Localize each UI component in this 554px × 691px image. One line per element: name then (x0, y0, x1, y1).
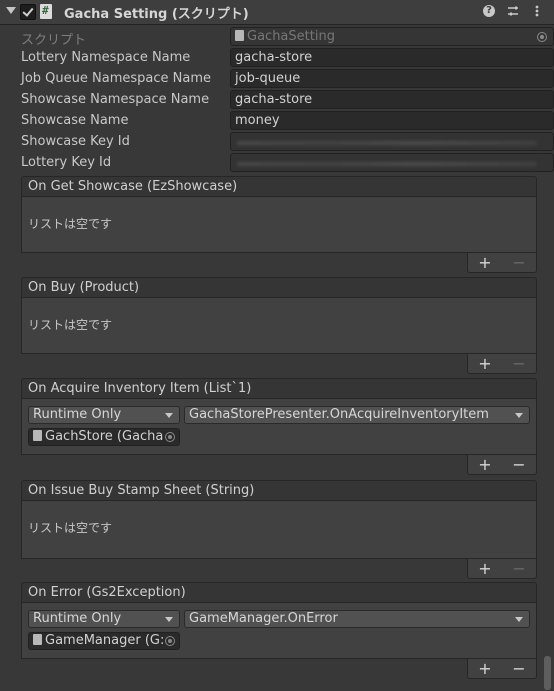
event-title: On Acquire Inventory Item (List`1) (21, 378, 537, 399)
component-enabled-checkbox[interactable] (20, 4, 36, 20)
add-icon[interactable]: + (478, 254, 491, 271)
component-header: Gacha Setting (スクリプト) ? (0, 0, 554, 25)
event-title: On Get Showcase (EzShowcase) (21, 176, 537, 197)
menu-icon[interactable] (530, 3, 544, 19)
jobqueue-namespace-label: Job Queue Namespace Name (21, 71, 211, 86)
remove-icon[interactable]: − (512, 254, 525, 271)
dropdown-arrow-icon (165, 617, 173, 622)
event-issue-buy-stamp-sheet: On Issue Buy Stamp Sheet (String) リストは空で… (21, 480, 537, 579)
showcase-namespace-input[interactable]: gacha-store (230, 90, 554, 109)
runtime-value: Runtime Only (33, 407, 122, 422)
csharp-script-icon (40, 4, 52, 19)
lottery-key-label: Lottery Key Id (21, 155, 112, 170)
add-icon[interactable]: + (478, 456, 491, 473)
remove-icon[interactable]: − (512, 456, 525, 473)
empty-list-text: リストは空です (28, 521, 113, 535)
showcase-key-label: Showcase Key Id (21, 134, 130, 149)
empty-list-text: リストは空です (28, 217, 113, 231)
event-title: On Error (Gs2Exception) (21, 582, 537, 603)
event-title: On Issue Buy Stamp Sheet (String) (21, 480, 537, 501)
method-value: GachaStorePresenter.OnAcquireInventoryIt… (189, 407, 489, 422)
method-value: GameManager.OnError (189, 611, 338, 626)
showcase-key-input[interactable] (230, 132, 554, 151)
dropdown-arrow-icon (515, 413, 523, 418)
runtime-value: Runtime Only (33, 611, 122, 626)
showcase-name-label: Showcase Name (21, 113, 129, 128)
script-row: スクリプト GachaSetting (21, 27, 554, 48)
lottery-namespace-label: Lottery Namespace Name (21, 50, 191, 65)
method-dropdown[interactable]: GachaStorePresenter.OnAcquireInventoryIt… (184, 406, 530, 424)
remove-icon[interactable]: − (512, 560, 525, 577)
event-buy: On Buy (Product) リストは空です + − (21, 277, 537, 374)
dropdown-arrow-icon (165, 413, 173, 418)
showcase-name-row: Showcase Name money (21, 111, 554, 132)
script-file-icon (33, 430, 42, 441)
lottery-key-row: Lottery Key Id (21, 153, 554, 174)
event-acquire-inventory: On Acquire Inventory Item (List`1) Runti… (21, 378, 537, 475)
help-icon[interactable]: ? (482, 3, 496, 19)
add-icon[interactable]: + (478, 660, 491, 677)
lottery-namespace-row: Lottery Namespace Name gacha-store (21, 48, 554, 69)
target-object-value: GachStore (Gacha (45, 429, 164, 444)
method-dropdown[interactable]: GameManager.OnError (184, 610, 530, 628)
object-picker-icon[interactable] (165, 636, 175, 646)
target-object-value: GameManager (G: (45, 633, 165, 648)
jobqueue-namespace-input[interactable]: job-queue (230, 69, 554, 88)
object-picker-icon[interactable] (165, 432, 175, 442)
runtime-dropdown[interactable]: Runtime Only (28, 406, 180, 424)
object-picker-icon[interactable] (537, 32, 547, 42)
lottery-key-input[interactable] (230, 153, 554, 172)
runtime-dropdown[interactable]: Runtime Only (28, 610, 180, 628)
script-value: GachaSetting (247, 29, 335, 44)
script-file-icon (33, 634, 42, 645)
empty-list-text: リストは空です (28, 318, 113, 332)
target-object-field[interactable]: GameManager (G: (28, 632, 180, 650)
lottery-namespace-input[interactable]: gacha-store (230, 48, 554, 67)
showcase-namespace-row: Showcase Namespace Name gacha-store (21, 90, 554, 111)
add-icon[interactable]: + (478, 560, 491, 577)
remove-icon[interactable]: − (512, 660, 525, 677)
foldout-arrow-icon[interactable] (6, 7, 16, 14)
event-title: On Buy (Product) (21, 277, 537, 298)
showcase-name-input[interactable]: money (230, 111, 554, 130)
event-get-showcase: On Get Showcase (EzShowcase) リストは空です + − (21, 176, 537, 273)
script-label: スクリプト (21, 33, 87, 48)
dropdown-arrow-icon (515, 617, 523, 622)
remove-icon[interactable]: − (512, 355, 525, 372)
component-title: Gacha Setting (スクリプト) (64, 7, 249, 22)
script-field[interactable]: GachaSetting (230, 27, 554, 46)
jobqueue-namespace-row: Job Queue Namespace Name job-queue (21, 69, 554, 90)
target-object-field[interactable]: GachStore (Gacha (28, 428, 180, 446)
add-icon[interactable]: + (478, 355, 491, 372)
event-on-error: On Error (Gs2Exception) Runtime Only Gam… (21, 582, 537, 679)
preset-icon[interactable] (506, 3, 520, 19)
scrollbar[interactable] (544, 656, 551, 690)
showcase-namespace-label: Showcase Namespace Name (21, 92, 210, 107)
script-file-icon (235, 30, 244, 41)
showcase-key-row: Showcase Key Id (21, 132, 554, 153)
